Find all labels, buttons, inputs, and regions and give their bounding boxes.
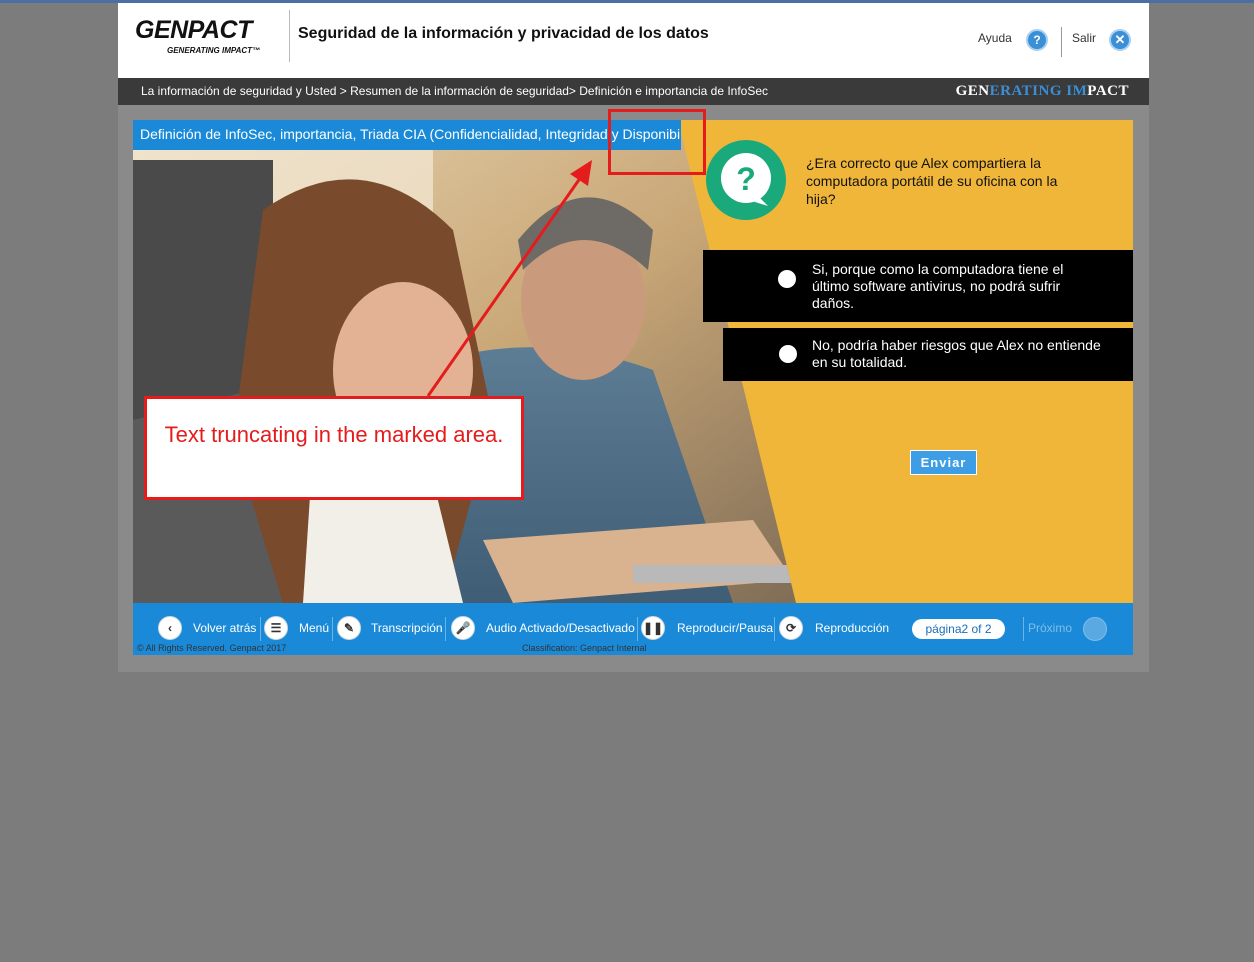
slide-content: Definición de InfoSec, importancia, Tria… bbox=[133, 120, 1133, 603]
player-navbar: ‹ Volver atrás ☰ Menú ✎ Transcripción 🎤 … bbox=[133, 603, 1133, 655]
course-player: GENPACT GENERATING IMPACT™ Seguridad de … bbox=[118, 3, 1149, 672]
nav-separator bbox=[260, 617, 261, 641]
page-indicator: página2 of 2 bbox=[912, 619, 1005, 639]
radio-button[interactable] bbox=[779, 345, 797, 363]
breadcrumb: La información de seguridad y Usted > Re… bbox=[141, 84, 769, 98]
help-label[interactable]: Ayuda bbox=[978, 31, 1012, 45]
course-title: Seguridad de la información y privacidad… bbox=[298, 25, 709, 42]
question-text: ¿Era correcto que Alex compartiera la co… bbox=[806, 155, 1058, 207]
pause-icon: ❚❚ bbox=[641, 616, 665, 640]
question-bubble-icon: ? bbox=[706, 140, 786, 220]
next-arrow-icon[interactable] bbox=[1083, 617, 1107, 641]
nav-separator bbox=[1023, 617, 1024, 641]
nav-separator bbox=[332, 617, 333, 641]
svg-text:?: ? bbox=[736, 161, 756, 197]
header-divider bbox=[289, 10, 290, 62]
logo-name: GENPACT bbox=[135, 16, 252, 44]
next-label[interactable]: Próximo bbox=[1028, 621, 1072, 635]
classification-text: Classification: Genpact Internal bbox=[522, 643, 647, 653]
brand-part-1: GEN bbox=[955, 83, 990, 99]
menu-icon: ☰ bbox=[264, 616, 288, 640]
play-pause-label: Reproducir/Pausa bbox=[677, 621, 774, 635]
help-icon[interactable]: ? bbox=[1026, 29, 1048, 51]
nav-separator bbox=[637, 617, 638, 641]
exit-label[interactable]: Salir bbox=[1072, 31, 1096, 45]
answer-option-1[interactable]: Si, porque como la computadora tiene el … bbox=[703, 250, 1133, 322]
back-label: Volver atrás bbox=[193, 621, 257, 635]
genpact-logo: GENPACT GENERATING IMPACT™ bbox=[135, 17, 260, 55]
breadcrumb-bar: La información de seguridad y Usted > Re… bbox=[118, 78, 1149, 105]
slide-title: Definición de InfoSec, importancia, Tria… bbox=[133, 120, 681, 150]
logo-tagline: GENERATING IMPACT™ bbox=[167, 46, 261, 55]
copyright-text: © All Rights Reserved. Genpact 2017 bbox=[137, 643, 287, 653]
radio-button[interactable] bbox=[778, 270, 796, 288]
replay-label: Reproducción bbox=[815, 621, 890, 635]
replay-icon: ⟳ bbox=[779, 616, 803, 640]
truncation-marker-box bbox=[608, 109, 706, 175]
menu-label: Menú bbox=[299, 621, 330, 635]
brand-part-4: PACT bbox=[1087, 83, 1129, 99]
answer-option-2[interactable]: No, podría haber riesgos que Alex no ent… bbox=[723, 328, 1133, 381]
nav-separator bbox=[445, 617, 446, 641]
course-header: GENPACT GENERATING IMPACT™ Seguridad de … bbox=[118, 3, 1149, 78]
brand-part-2: ERATING bbox=[989, 83, 1067, 99]
answer-option-label: No, podría haber riesgos que Alex no ent… bbox=[812, 337, 1101, 370]
transcript-icon: ✎ bbox=[337, 616, 361, 640]
brand-part-3: IM bbox=[1066, 83, 1088, 99]
microphone-icon: 🎤 bbox=[451, 616, 475, 640]
annotation-callout: Text truncating in the marked area. bbox=[144, 396, 524, 500]
generating-impact-logo: GENERATING IMPACT bbox=[956, 83, 1129, 100]
submit-button[interactable]: Enviar bbox=[910, 450, 977, 475]
header-divider-2 bbox=[1061, 27, 1062, 57]
answer-option-label: Si, porque como la computadora tiene el … bbox=[812, 261, 1064, 311]
back-icon: ‹ bbox=[158, 616, 182, 640]
nav-separator bbox=[774, 617, 775, 641]
close-icon[interactable]: ✕ bbox=[1109, 29, 1131, 51]
transcript-label: Transcripción bbox=[371, 621, 443, 635]
audio-label: Audio Activado/Desactivado bbox=[486, 621, 635, 635]
